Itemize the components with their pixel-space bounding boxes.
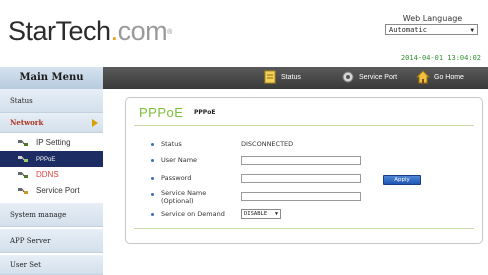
apply-button[interactable]: Apply	[383, 175, 421, 185]
panel-subtitle: PPPoE	[194, 109, 216, 116]
header: StarTech.com® Web Language Automatic ▼ 2…	[0, 0, 488, 67]
expand-arrow-icon	[92, 119, 98, 127]
bullet-icon	[151, 143, 154, 146]
bullet-icon	[151, 193, 154, 196]
web-language-select[interactable]: Automatic ▼	[385, 24, 478, 35]
sidebar-subitem-ip-setting[interactable]: IP Setting	[0, 135, 103, 151]
sidebar-subitem-label: DDNS	[36, 170, 59, 179]
bullet-icon	[151, 177, 154, 180]
sidebar-subitem-label: PPPoE	[36, 157, 56, 163]
main-menu-title: Main Menu	[0, 67, 103, 90]
service-name-input[interactable]	[241, 192, 361, 201]
web-language-label: Web Language	[402, 14, 463, 23]
nav-status-button[interactable]: Status	[263, 70, 301, 86]
service-on-demand-select[interactable]: DISABLE ▼	[241, 209, 281, 219]
sidebar-item-network[interactable]: Network	[0, 113, 103, 133]
ddns-icon	[18, 172, 28, 178]
sidebar-subitem-service-port[interactable]: Service Port	[0, 183, 103, 199]
panel-divider	[134, 125, 474, 126]
panel-bottom-divider	[134, 228, 474, 229]
sidebar-subitem-label: Service Port	[36, 186, 80, 195]
network-settings-icon	[18, 140, 28, 146]
bullet-icon	[151, 213, 154, 216]
status-label: Status	[161, 140, 182, 148]
panel-title: PPPoE	[139, 105, 184, 120]
pppoe-panel: PPPoE PPPoE Status DISCONNECTED User Nam…	[125, 97, 483, 244]
dropdown-arrow-icon: ▼	[274, 211, 278, 217]
service-port-icon	[18, 188, 28, 194]
sidebar-item-user-set[interactable]: User Set	[0, 255, 103, 275]
sidebar-item-status[interactable]: Status	[0, 89, 103, 113]
sidebar: Main Menu Status Network IP Setting PPPo…	[0, 67, 103, 275]
sidebar-subitem-pppoe[interactable]: PPPoE	[0, 151, 103, 167]
sidebar-item-system-manage[interactable]: System manage	[0, 203, 103, 227]
device-datetime: 2014-04-01 13:04:02	[400, 54, 481, 62]
password-input[interactable]	[241, 174, 361, 183]
sidebar-item-label: Network	[10, 118, 44, 127]
sidebar-item-app-server[interactable]: APP Server	[0, 229, 103, 253]
bullet-icon	[151, 159, 154, 162]
status-value: DISCONNECTED	[241, 140, 294, 148]
service-port-icon	[342, 71, 354, 83]
service-on-demand-value: DISABLE	[244, 211, 268, 217]
sidebar-subitem-ddns[interactable]: DDNS	[0, 167, 103, 183]
service-on-demand-label: Service on Demand	[161, 210, 225, 218]
home-icon	[416, 70, 430, 84]
nav-service-port-button[interactable]: Service Port	[341, 70, 397, 86]
pppoe-icon	[18, 156, 28, 162]
web-language-value: Automatic	[389, 26, 427, 34]
status-icon	[264, 70, 276, 84]
sidebar-subitem-label: IP Setting	[36, 138, 71, 147]
nav-go-home-button[interactable]: Go Home	[416, 70, 464, 86]
user-name-label: User Name	[161, 156, 198, 164]
startech-logo[interactable]: StarTech.com®	[8, 16, 172, 46]
password-label: Password	[161, 174, 192, 182]
user-name-input[interactable]	[241, 156, 361, 165]
dropdown-arrow-icon: ▼	[470, 27, 474, 34]
service-name-label: Service Name (Optional)	[161, 189, 207, 205]
top-nav-bar: Status Service Port Go Home	[103, 67, 488, 89]
